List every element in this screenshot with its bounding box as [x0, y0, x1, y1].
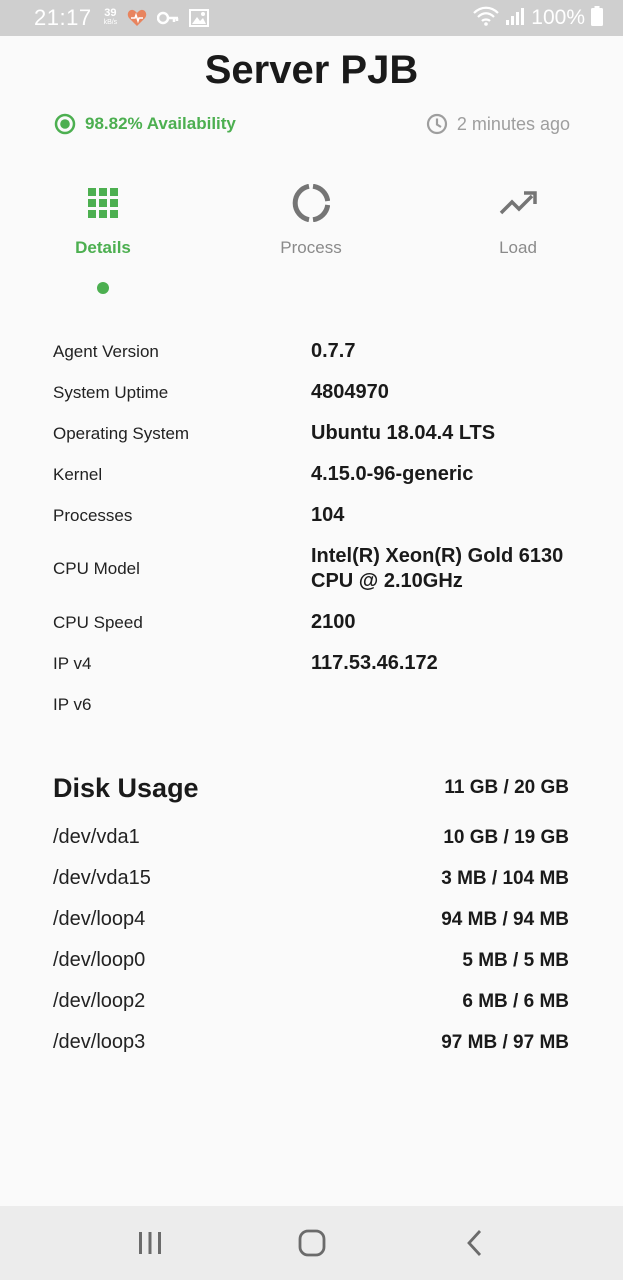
signal-icon [505, 7, 525, 30]
disk-device-name: /dev/vda1 [53, 826, 140, 848]
detail-label: CPU Speed [53, 612, 143, 632]
home-icon [298, 1229, 326, 1257]
detail-label: Operating System [53, 423, 190, 443]
disk-row: /dev/loop4 94 MB / 94 MB [53, 899, 569, 940]
detail-value: 2100 [311, 611, 356, 633]
tab-process[interactable]: Process [241, 180, 381, 258]
details-list: Agent Version 0.7.7 System Uptime 480497… [53, 331, 573, 725]
battery-percentage: 100% [531, 6, 585, 29]
availability-text: 98.82% Availability [85, 114, 236, 133]
detail-row-kernel: Kernel 4.15.0-96-generic [53, 454, 573, 495]
disk-usage-total: 11 GB / 20 GB [444, 777, 569, 798]
detail-row-system-uptime: System Uptime 4804970 [53, 372, 573, 413]
tab-load[interactable]: Load [448, 180, 588, 258]
page-title: Server PJB [204, 48, 419, 92]
radio-checked-icon [54, 113, 76, 135]
last-updated: 2 minutes ago [426, 113, 570, 135]
last-updated-text: 2 minutes ago [456, 113, 570, 134]
disk-row: /dev/loop0 5 MB / 5 MB [53, 940, 569, 981]
donut-icon [292, 180, 330, 226]
detail-value: 4804970 [311, 381, 389, 403]
disk-device-name: /dev/vda15 [53, 867, 151, 889]
disk-device-usage: 6 MB / 6 MB [462, 990, 569, 1012]
key-icon [157, 11, 179, 25]
disk-usage-section: Disk Usage 11 GB / 20 GB /dev/vda1 10 GB… [53, 766, 569, 1063]
detail-value: 4.15.0-96-generic [311, 463, 474, 485]
system-nav-bar [0, 1206, 623, 1280]
detail-label: System Uptime [53, 382, 169, 402]
detail-row-cpu-speed: CPU Speed 2100 [53, 602, 573, 643]
tab-process-label: Process [280, 238, 342, 257]
net-speed: 39 kB/s [103, 7, 118, 27]
disk-device-name: /dev/loop3 [53, 1031, 146, 1053]
clock-icon [426, 113, 448, 135]
availability-status: 98.82% Availability [54, 113, 236, 135]
disk-usage-header: Disk Usage 11 GB / 20 GB [53, 766, 569, 810]
back-icon [467, 1230, 482, 1256]
detail-row-ipv4: IP v4 117.53.46.172 [53, 643, 573, 684]
detail-row-operating-system: Operating System Ubuntu 18.04.4 LTS [53, 413, 573, 454]
disk-device-usage: 94 MB / 94 MB [441, 908, 569, 930]
disk-device-name: /dev/loop0 [53, 949, 146, 971]
detail-value: 0.7.7 [311, 340, 356, 362]
detail-row-cpu-model: CPU Model Intel(R) Xeon(R) Gold 6130 CPU… [53, 536, 573, 602]
disk-device-usage: 10 GB / 19 GB [443, 826, 569, 848]
battery-icon [591, 5, 603, 31]
disk-row: /dev/vda15 3 MB / 104 MB [53, 858, 569, 899]
disk-row: /dev/loop2 6 MB / 6 MB [53, 981, 569, 1022]
detail-value: Ubuntu 18.04.4 LTS [311, 422, 496, 444]
detail-label: IP v6 [53, 694, 92, 714]
disk-device-usage: 3 MB / 104 MB [441, 867, 569, 889]
tab-load-label: Load [499, 238, 537, 257]
net-speed-value: 39 [104, 7, 117, 19]
disk-device-list: /dev/vda1 10 GB / 19 GB /dev/vda15 3 MB … [53, 817, 569, 1063]
detail-label: Processes [53, 505, 133, 525]
detail-label: CPU Model [53, 559, 140, 578]
detail-label: Agent Version [53, 341, 159, 361]
trending-up-icon [499, 180, 537, 226]
home-button[interactable] [272, 1206, 352, 1280]
disk-row: /dev/loop3 97 MB / 97 MB [53, 1022, 569, 1063]
heart-icon [127, 9, 147, 27]
detail-row-processes: Processes 104 [53, 495, 573, 536]
disk-device-usage: 97 MB / 97 MB [441, 1031, 569, 1053]
disk-device-usage: 5 MB / 5 MB [462, 949, 569, 971]
status-time: 21:17 [34, 5, 92, 30]
disk-usage-title: Disk Usage [53, 772, 199, 803]
tab-bar: Details Process Load [0, 180, 623, 300]
detail-value: 104 [311, 504, 345, 526]
net-speed-unit: kB/s [103, 19, 118, 26]
recents-icon [139, 1232, 161, 1254]
status-bar: 21:17 39 kB/s 100% [0, 0, 623, 36]
tab-details-label: Details [75, 238, 131, 257]
back-button[interactable] [434, 1206, 514, 1280]
tab-details[interactable]: Details [33, 180, 173, 258]
recents-button[interactable] [110, 1206, 190, 1280]
grid-icon [88, 180, 118, 226]
detail-label: Kernel [53, 464, 103, 484]
disk-row: /dev/vda1 10 GB / 19 GB [53, 817, 569, 858]
detail-label: IP v4 [53, 653, 92, 673]
active-tab-indicator [97, 282, 109, 294]
wifi-icon [473, 6, 500, 31]
detail-row-agent-version: Agent Version 0.7.7 [53, 331, 573, 372]
detail-value: Intel(R) Xeon(R) Gold 6130 CPU @ 2.10GHz [311, 545, 564, 592]
disk-device-name: /dev/loop4 [53, 908, 146, 930]
image-icon [189, 9, 210, 27]
detail-value: 117.53.46.172 [311, 652, 438, 674]
disk-device-name: /dev/loop2 [53, 990, 146, 1012]
detail-row-ipv6: IP v6 [53, 684, 573, 725]
